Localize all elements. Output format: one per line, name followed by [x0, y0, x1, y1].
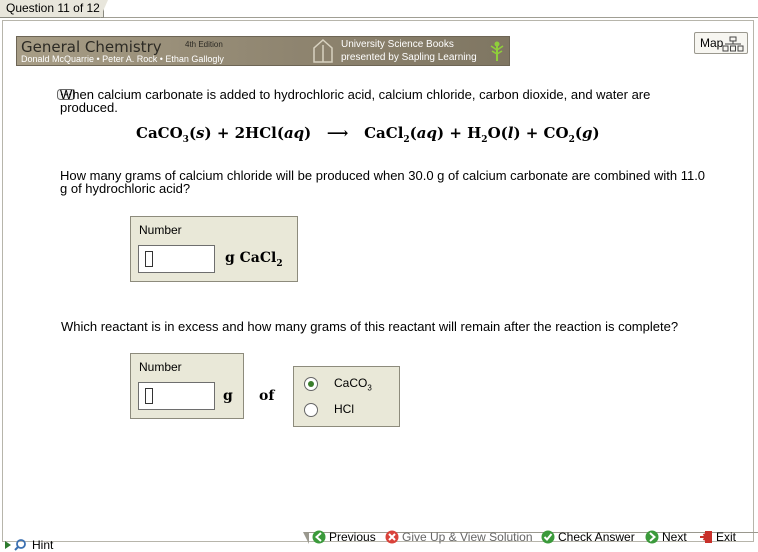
answer-2-label: Number — [139, 360, 182, 374]
of-label: of — [259, 388, 275, 404]
reactant-1-text: CaCO — [334, 376, 368, 390]
check-answer-label: Check Answer — [558, 530, 635, 544]
publisher-logo-icon — [313, 39, 333, 63]
answer-1-unit-subscript: 2 — [276, 258, 283, 269]
answer-1-box: Number g CaCl2 — [130, 216, 298, 282]
problem-intro: When calcium carbonate is added to hydro… — [60, 87, 651, 115]
question-counter: Question 11 of 12 — [6, 1, 100, 15]
next-label: Next — [662, 530, 687, 544]
next-arrow-icon — [645, 530, 659, 544]
answer-1-label: Number — [139, 223, 182, 237]
answer-2-box: Number — [130, 353, 244, 419]
next-button[interactable]: Next — [645, 530, 687, 545]
radio-selected-dot — [308, 381, 314, 387]
radio-hcl-label[interactable]: HCl — [334, 402, 354, 416]
answer-1-unit: g CaCl2 — [225, 250, 283, 269]
tab-corner — [100, 0, 108, 18]
previous-label: Previous — [329, 530, 376, 544]
hint-label: Hint — [32, 538, 54, 552]
reactant-1-subscript: 3 — [367, 383, 372, 393]
reactant-choice-group: CaCO3 HCl — [293, 366, 400, 427]
answer-1-input[interactable] — [138, 245, 215, 273]
book-authors: Donald McQuarrie • Peter A. Rock • Ethan… — [21, 54, 224, 64]
question-2-text: Which reactant is in excess and how many… — [61, 319, 679, 334]
textbook-banner: General Chemistry 4th Edition Donald McQ… — [16, 36, 510, 66]
answer-2-input[interactable] — [138, 382, 215, 410]
give-up-button[interactable]: Give Up & View Solution — [385, 530, 533, 545]
text-cursor — [145, 388, 153, 404]
previous-button[interactable]: Previous — [312, 530, 376, 545]
check-icon — [541, 530, 555, 544]
tab-divider — [104, 17, 758, 18]
previous-arrow-icon — [312, 530, 326, 544]
map-button[interactable]: Map — [694, 32, 748, 54]
map-label: Map — [700, 36, 724, 50]
publisher-name: University Science Books — [341, 39, 454, 50]
hint-button[interactable]: Hint — [4, 538, 53, 552]
exit-door-icon — [700, 531, 712, 543]
radio-caco3[interactable] — [304, 377, 318, 391]
answer-1-unit-text: g CaCl — [225, 250, 277, 266]
text-cursor — [145, 251, 153, 267]
sapling-tree-icon — [490, 41, 504, 61]
answer-2-unit: g — [223, 388, 233, 404]
exit-label: Exit — [716, 530, 737, 544]
exit-button[interactable]: Exit — [699, 530, 736, 545]
nav-bar-corner — [303, 532, 309, 544]
give-up-x-icon — [385, 530, 399, 544]
radio-hcl[interactable] — [304, 403, 318, 417]
sitemap-icon — [722, 36, 744, 52]
book-edition: 4th Edition — [185, 40, 223, 49]
radio-caco3-label[interactable]: CaCO3 — [334, 376, 372, 392]
hint-search-icon — [5, 539, 26, 551]
check-answer-button[interactable]: Check Answer — [541, 530, 635, 545]
question-1-text: How many grams of calcium chloride will … — [60, 168, 706, 196]
question-counter-tab: Question 11 of 12 — [0, 0, 104, 18]
chemical-equation: CaCO3(s) + 2HCl(aq) ⟶ CaCl2(aq) + H2O(l)… — [136, 124, 600, 145]
give-up-label: Give Up & View Solution — [402, 530, 533, 544]
reactant-2-text: HCl — [334, 402, 354, 416]
presented-by: presented by Sapling Learning — [341, 52, 477, 63]
